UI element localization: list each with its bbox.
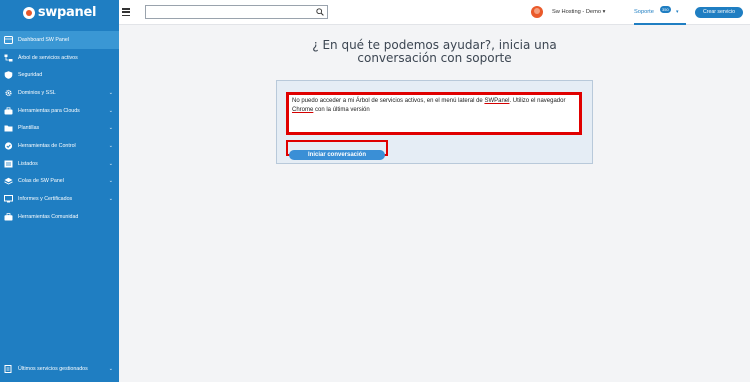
hamburger-menu-icon[interactable] [122,8,130,16]
sidebar-item-plantillas[interactable]: Plantillas ⌄ [0,119,119,137]
sidebar-item-label: Seguridad [18,72,43,79]
sidebar-item-label: Dashboard SW Panel [18,36,69,43]
sidebar-item-colas-de-sw-panel[interactable]: Colas de SW Panel ⌄ [0,173,119,191]
brand-logo[interactable]: swpanel [0,0,119,25]
sidebar-item-dominios-y-ssl[interactable]: Dominios y SSL ⌄ [0,84,119,102]
sidebar-item-label: Informes y Certificados [18,196,73,203]
message-text: . Utilizo el navegador [509,98,566,104]
sidebar-item-arbol-de-servicios-activos[interactable]: Árbol de servicios activos [0,49,119,67]
report-icon [4,195,13,203]
support-label: Soporte [634,9,654,15]
support-count-badge: 350 [660,6,671,13]
chevron-down-icon: ⌄ [108,142,113,149]
chevron-down-icon: ⌄ [108,178,113,185]
sidebar-item-label: Árbol de servicios activos [18,54,78,61]
briefcase-icon [4,212,13,221]
folder-icon [4,124,13,132]
sidebar-item-informes-y-certificados[interactable]: Informes y Certificados ⌄ [0,190,119,208]
sidebar-item-herramientas-de-control[interactable]: Herramientas de Control ⌄ [0,137,119,155]
page-title-line: conversación con soporte [357,51,512,65]
message-text: No puedo acceder a mi Árbol de servicios… [292,98,485,104]
sidebar-item-label: Herramientas para Clouds [18,107,80,114]
toolbox-icon [4,106,13,115]
misspelled-word: Chrome [292,106,314,113]
account-avatar[interactable] [531,6,543,18]
logo-icon [22,6,35,19]
dashboard-icon [4,35,13,44]
top-bar: Sw Hosting - Demo ▾ Soporte 350 ▾ Crear … [119,0,750,25]
start-conversation-button[interactable]: Iniciar conversación [289,150,385,160]
search-icon[interactable] [316,8,324,16]
sidebar-item-listados[interactable]: Listados ⌄ [0,155,119,173]
sidebar-item-label: Listados [18,160,38,167]
sidebar-item-herramientas-comunidad[interactable]: Herramientas Comunidad [0,208,119,226]
account-name: Sw Hosting - Demo [552,9,601,15]
caret-down-icon: ▾ [602,9,606,15]
tree-icon [4,54,13,62]
history-icon [4,365,13,373]
sidebar-nav: Dashboard SW Panel Árbol de servicios act… [0,31,119,226]
sidebar-item-label: Colas de SW Panel [18,178,64,185]
chevron-down-icon: ⌄ [108,89,113,96]
sidebar-item-seguridad[interactable]: Seguridad [0,66,119,84]
page-title: ¿ En qué te podemos ayudar?, inicia una … [119,39,750,65]
tab-support[interactable]: Soporte 350 ▾ [634,0,686,25]
list-icon [4,160,13,168]
sidebar-item-label: Herramientas de Control [18,142,76,149]
start-button-highlight: Iniciar conversación [286,140,388,160]
chevron-down-icon: ⌄ [108,160,113,167]
sidebar: swpanel Dashboard SW Panel Árbol de servi… [0,0,119,382]
sidebar-item-herramientas-para-clouds[interactable]: Herramientas para Clouds ⌄ [0,102,119,120]
misspelled-word: SWPanel [484,98,510,104]
search-input[interactable] [146,12,311,24]
brand-name: swpanel [37,5,97,20]
chevron-down-icon: ⌄ [108,107,113,114]
create-service-button[interactable]: Crear servicio [695,7,743,18]
search-box [145,5,328,24]
sidebar-item-dashboard-sw-panel[interactable]: Dashboard SW Panel [0,31,119,49]
chevron-down-icon: ⌄ [108,125,113,132]
sidebar-item-label: Plantillas [18,125,40,132]
message-textarea[interactable]: No puedo acceder a mi Árbol de servicios… [286,92,582,135]
message-text: con la última versión [313,106,370,113]
gear-icon [4,89,13,97]
sidebar-item-label: Dominios y SSL [18,89,56,96]
account-selector[interactable]: Sw Hosting - Demo ▾ [552,9,605,15]
chevron-down-icon: ⌄ [108,196,113,203]
shield-icon [4,71,13,80]
chevron-down-icon: ⌄ [108,366,113,372]
layers-icon [4,177,13,185]
sidebar-item-recent-services[interactable]: Últimos servicios gestionados ⌄ [0,360,119,378]
check-circle-icon [4,142,13,150]
sidebar-item-label: Herramientas Comunidad [18,213,79,220]
caret-down-icon: ▾ [676,9,679,15]
sidebar-item-label: Últimos servicios gestionados [18,366,88,372]
